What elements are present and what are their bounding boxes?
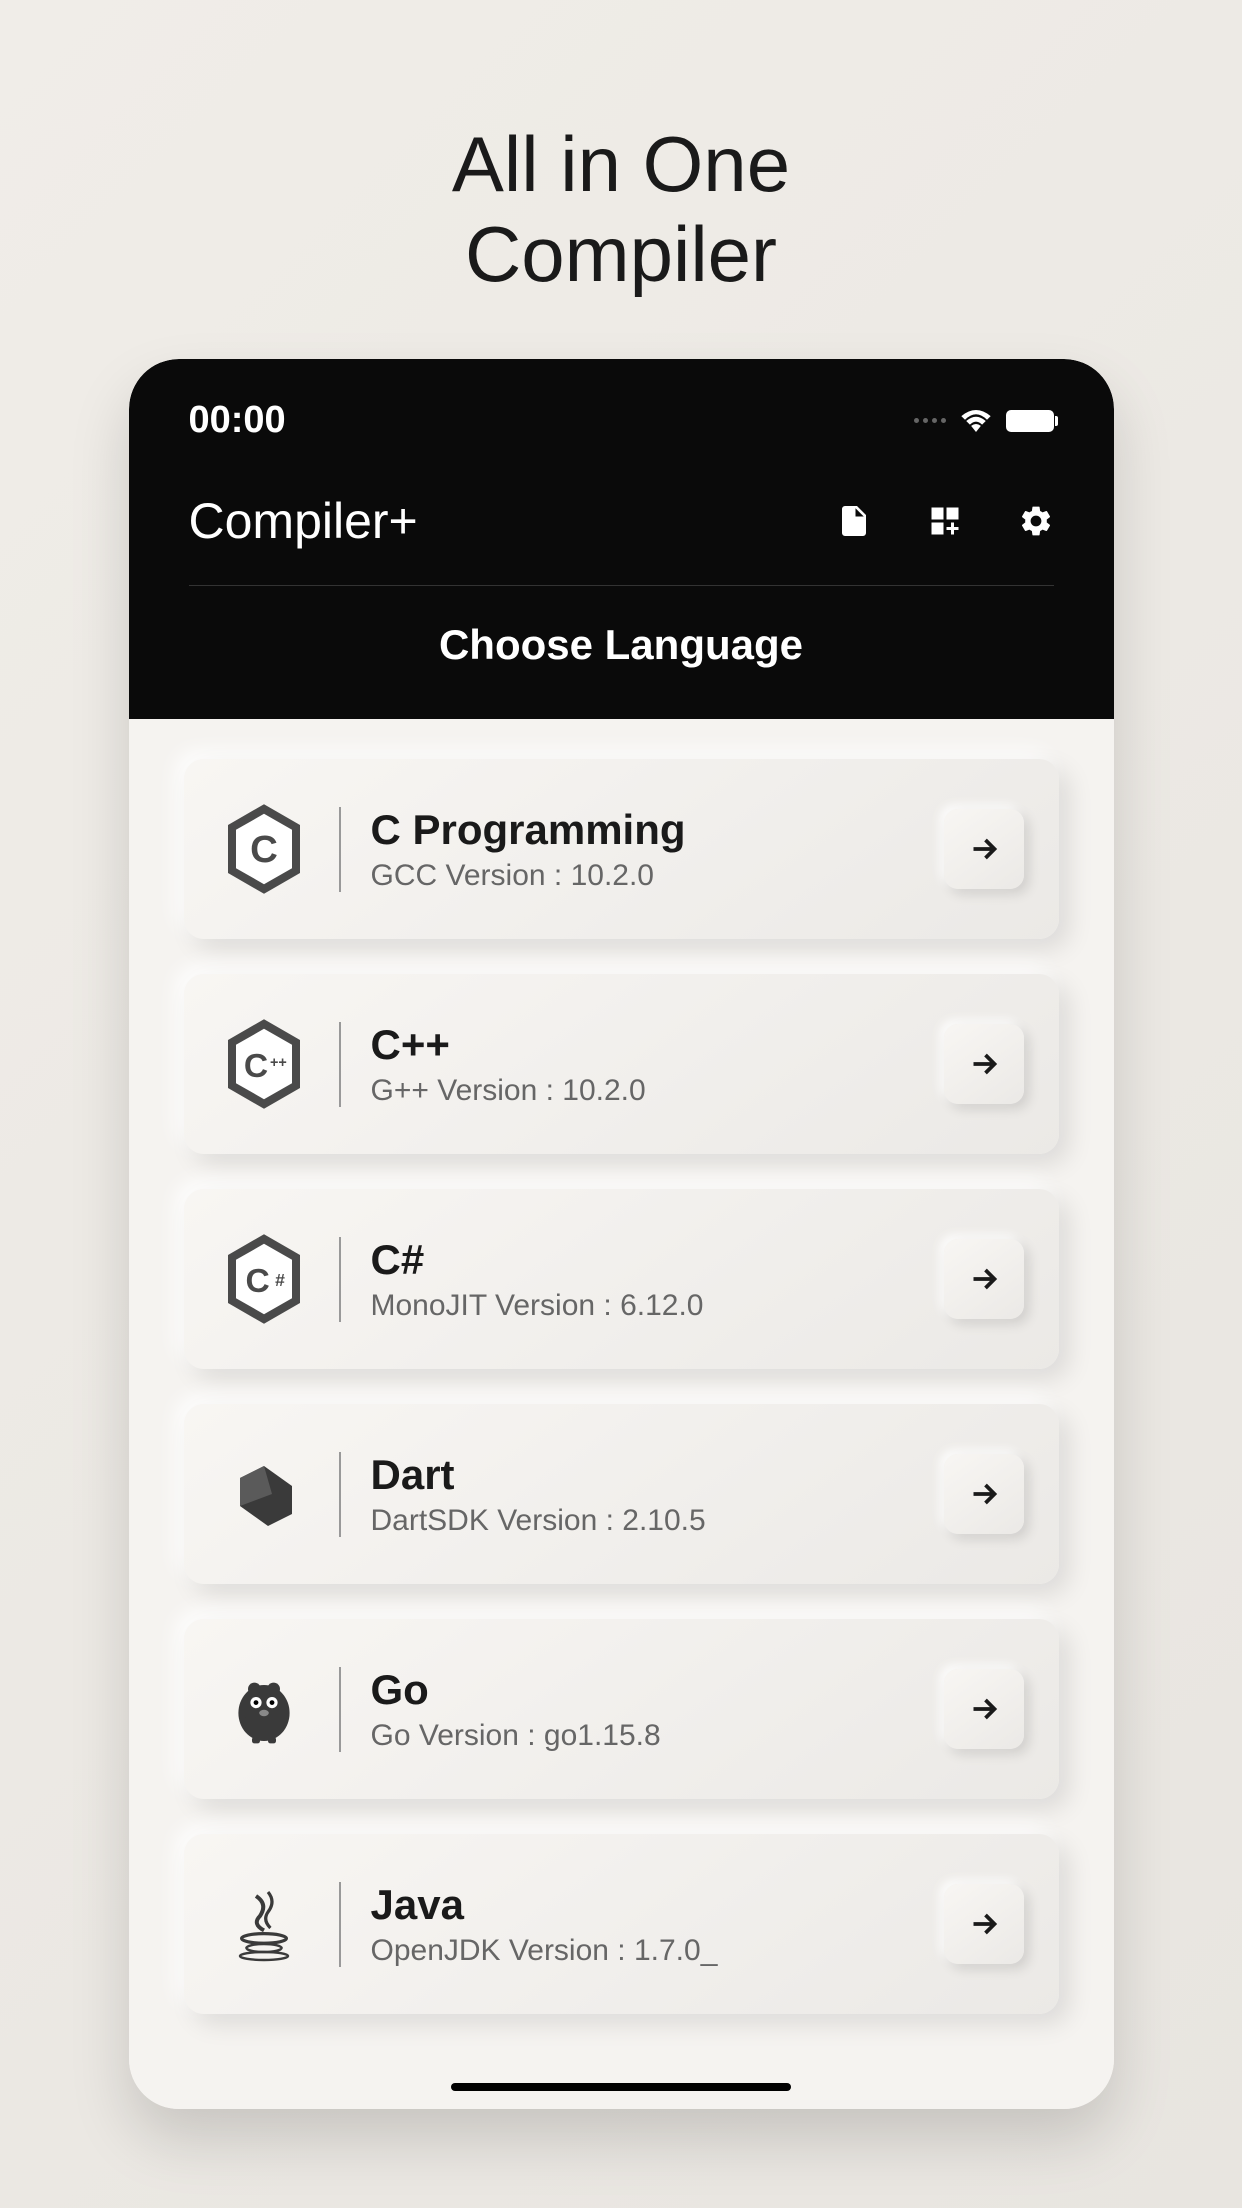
arrow-button[interactable] bbox=[944, 1884, 1024, 1964]
go-icon bbox=[219, 1664, 309, 1754]
divider bbox=[339, 1882, 341, 1967]
language-card-csharp[interactable]: C # C# MonoJIT Version : 6.12.0 bbox=[184, 1189, 1059, 1369]
c-icon: C bbox=[219, 804, 309, 894]
dart-icon bbox=[219, 1449, 309, 1539]
page-title: All in One Compiler bbox=[0, 0, 1242, 359]
language-name: Go bbox=[371, 1666, 914, 1714]
wifi-icon bbox=[961, 410, 991, 432]
language-card-go[interactable]: Go Go Version : go1.15.8 bbox=[184, 1619, 1059, 1799]
section-title: Choose Language bbox=[189, 621, 1054, 669]
divider bbox=[339, 1022, 341, 1107]
svg-text:++: ++ bbox=[269, 1056, 286, 1072]
settings-icon[interactable] bbox=[1018, 503, 1054, 539]
language-version: DartSDK Version : 2.10.5 bbox=[371, 1504, 914, 1538]
code-file-icon[interactable] bbox=[836, 503, 872, 539]
language-name: C Programming bbox=[371, 806, 914, 854]
language-info: C# MonoJIT Version : 6.12.0 bbox=[371, 1236, 914, 1323]
language-info: C Programming GCC Version : 10.2.0 bbox=[371, 806, 914, 893]
language-name: Java bbox=[371, 1881, 914, 1929]
title-line-1: All in One bbox=[0, 120, 1242, 210]
language-version: MonoJIT Version : 6.12.0 bbox=[371, 1289, 914, 1323]
language-version: Go Version : go1.15.8 bbox=[371, 1719, 914, 1753]
language-info: Java OpenJDK Version : 1.7.0_ bbox=[371, 1881, 914, 1968]
language-info: Dart DartSDK Version : 2.10.5 bbox=[371, 1451, 914, 1538]
language-card-c[interactable]: C C Programming GCC Version : 10.2.0 bbox=[184, 759, 1059, 939]
signal-icon bbox=[914, 418, 946, 423]
language-name: Dart bbox=[371, 1451, 914, 1499]
svg-text:#: # bbox=[275, 1271, 285, 1291]
arrow-button[interactable] bbox=[944, 1239, 1024, 1319]
language-list: C C Programming GCC Version : 10.2.0 C +… bbox=[129, 719, 1114, 2109]
language-version: GCC Version : 10.2.0 bbox=[371, 859, 914, 893]
app-toolbar-icons bbox=[836, 503, 1054, 539]
divider bbox=[339, 807, 341, 892]
language-card-java[interactable]: Java OpenJDK Version : 1.7.0_ bbox=[184, 1834, 1059, 2014]
divider bbox=[339, 1237, 341, 1322]
language-name: C++ bbox=[371, 1021, 914, 1069]
language-info: Go Go Version : go1.15.8 bbox=[371, 1666, 914, 1753]
svg-text:C: C bbox=[250, 828, 278, 871]
app-title: Compiler+ bbox=[189, 492, 418, 550]
svg-text:C: C bbox=[243, 1048, 267, 1085]
java-icon bbox=[219, 1879, 309, 1969]
app-bar: Compiler+ bbox=[189, 492, 1054, 586]
grid-add-icon[interactable] bbox=[927, 503, 963, 539]
title-line-2: Compiler bbox=[0, 210, 1242, 300]
language-version: OpenJDK Version : 1.7.0_ bbox=[371, 1934, 914, 1968]
arrow-button[interactable] bbox=[944, 1024, 1024, 1104]
language-name: C# bbox=[371, 1236, 914, 1284]
language-card-cpp[interactable]: C ++ C++ G++ Version : 10.2.0 bbox=[184, 974, 1059, 1154]
language-card-dart[interactable]: Dart DartSDK Version : 2.10.5 bbox=[184, 1404, 1059, 1584]
cpp-icon: C ++ bbox=[219, 1019, 309, 1109]
csharp-icon: C # bbox=[219, 1234, 309, 1324]
status-bar: 00:00 bbox=[189, 399, 1054, 442]
divider bbox=[339, 1452, 341, 1537]
status-icons bbox=[914, 410, 1054, 432]
arrow-button[interactable] bbox=[944, 1454, 1024, 1534]
arrow-button[interactable] bbox=[944, 1669, 1024, 1749]
language-version: G++ Version : 10.2.0 bbox=[371, 1074, 914, 1108]
arrow-button[interactable] bbox=[944, 809, 1024, 889]
battery-icon bbox=[1006, 410, 1054, 432]
home-indicator[interactable] bbox=[451, 2083, 791, 2091]
phone-frame: 00:00 Compiler+ bbox=[129, 359, 1114, 2109]
phone-header: 00:00 Compiler+ bbox=[129, 359, 1114, 719]
language-info: C++ G++ Version : 10.2.0 bbox=[371, 1021, 914, 1108]
svg-text:C: C bbox=[245, 1263, 269, 1300]
status-time: 00:00 bbox=[189, 399, 286, 442]
divider bbox=[339, 1667, 341, 1752]
